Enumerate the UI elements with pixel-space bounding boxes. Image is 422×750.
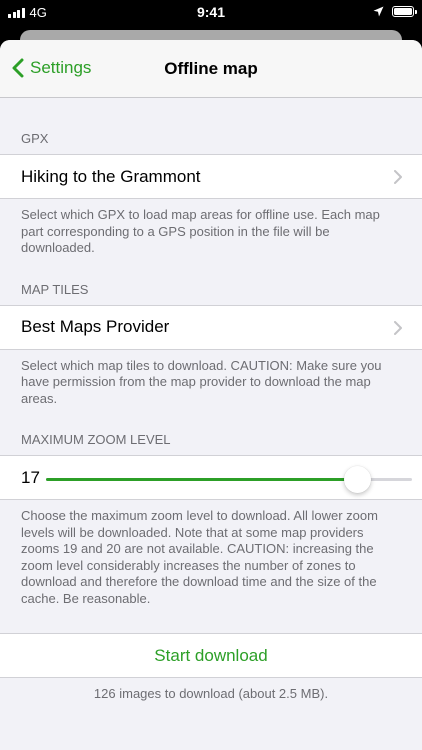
chevron-right-icon bbox=[394, 170, 402, 184]
navigation-bar: Settings Offline map bbox=[0, 40, 422, 98]
status-bar: 4G 9:41 bbox=[0, 0, 422, 24]
status-time: 9:41 bbox=[196, 4, 226, 20]
zoom-footer: Choose the maximum zoom level to downloa… bbox=[21, 508, 378, 606]
map-tiles-section-header: MAP TILES bbox=[21, 281, 89, 297]
settings-sheet: Settings Offline map GPX Hiking to the G… bbox=[0, 40, 422, 750]
chevron-right-icon bbox=[394, 320, 402, 335]
map-tiles-selected-label: Best Maps Provider bbox=[21, 317, 170, 336]
gpx-select-cell[interactable]: Hiking to the Grammont bbox=[0, 154, 422, 199]
gpx-selected-label: Hiking to the Grammont bbox=[21, 166, 201, 186]
zoom-section-header: MAXIMUM ZOOM LEVEL bbox=[21, 432, 171, 447]
start-download-button[interactable]: Start download bbox=[0, 633, 422, 678]
zoom-slider[interactable] bbox=[46, 466, 412, 493]
location-arrow-icon bbox=[373, 6, 384, 17]
status-right-group bbox=[373, 6, 417, 17]
zoom-value-label: 17 bbox=[21, 467, 40, 487]
battery-icon bbox=[392, 6, 417, 17]
page-title: Offline map bbox=[164, 59, 258, 78]
map-tiles-footer: Select which map tiles to download. CAUT… bbox=[21, 357, 382, 406]
gpx-section-header: GPX bbox=[21, 131, 49, 146]
zoom-slider-cell: 17 bbox=[0, 455, 422, 500]
zoom-slider-fill bbox=[46, 478, 358, 481]
download-summary: 126 images to download (about 2.5 MB). bbox=[93, 686, 329, 701]
zoom-slider-thumb[interactable] bbox=[343, 466, 371, 493]
map-tiles-select-cell[interactable]: Best Maps Provider bbox=[0, 304, 422, 350]
gpx-footer: Select which GPX to load map areas for o… bbox=[21, 207, 380, 255]
